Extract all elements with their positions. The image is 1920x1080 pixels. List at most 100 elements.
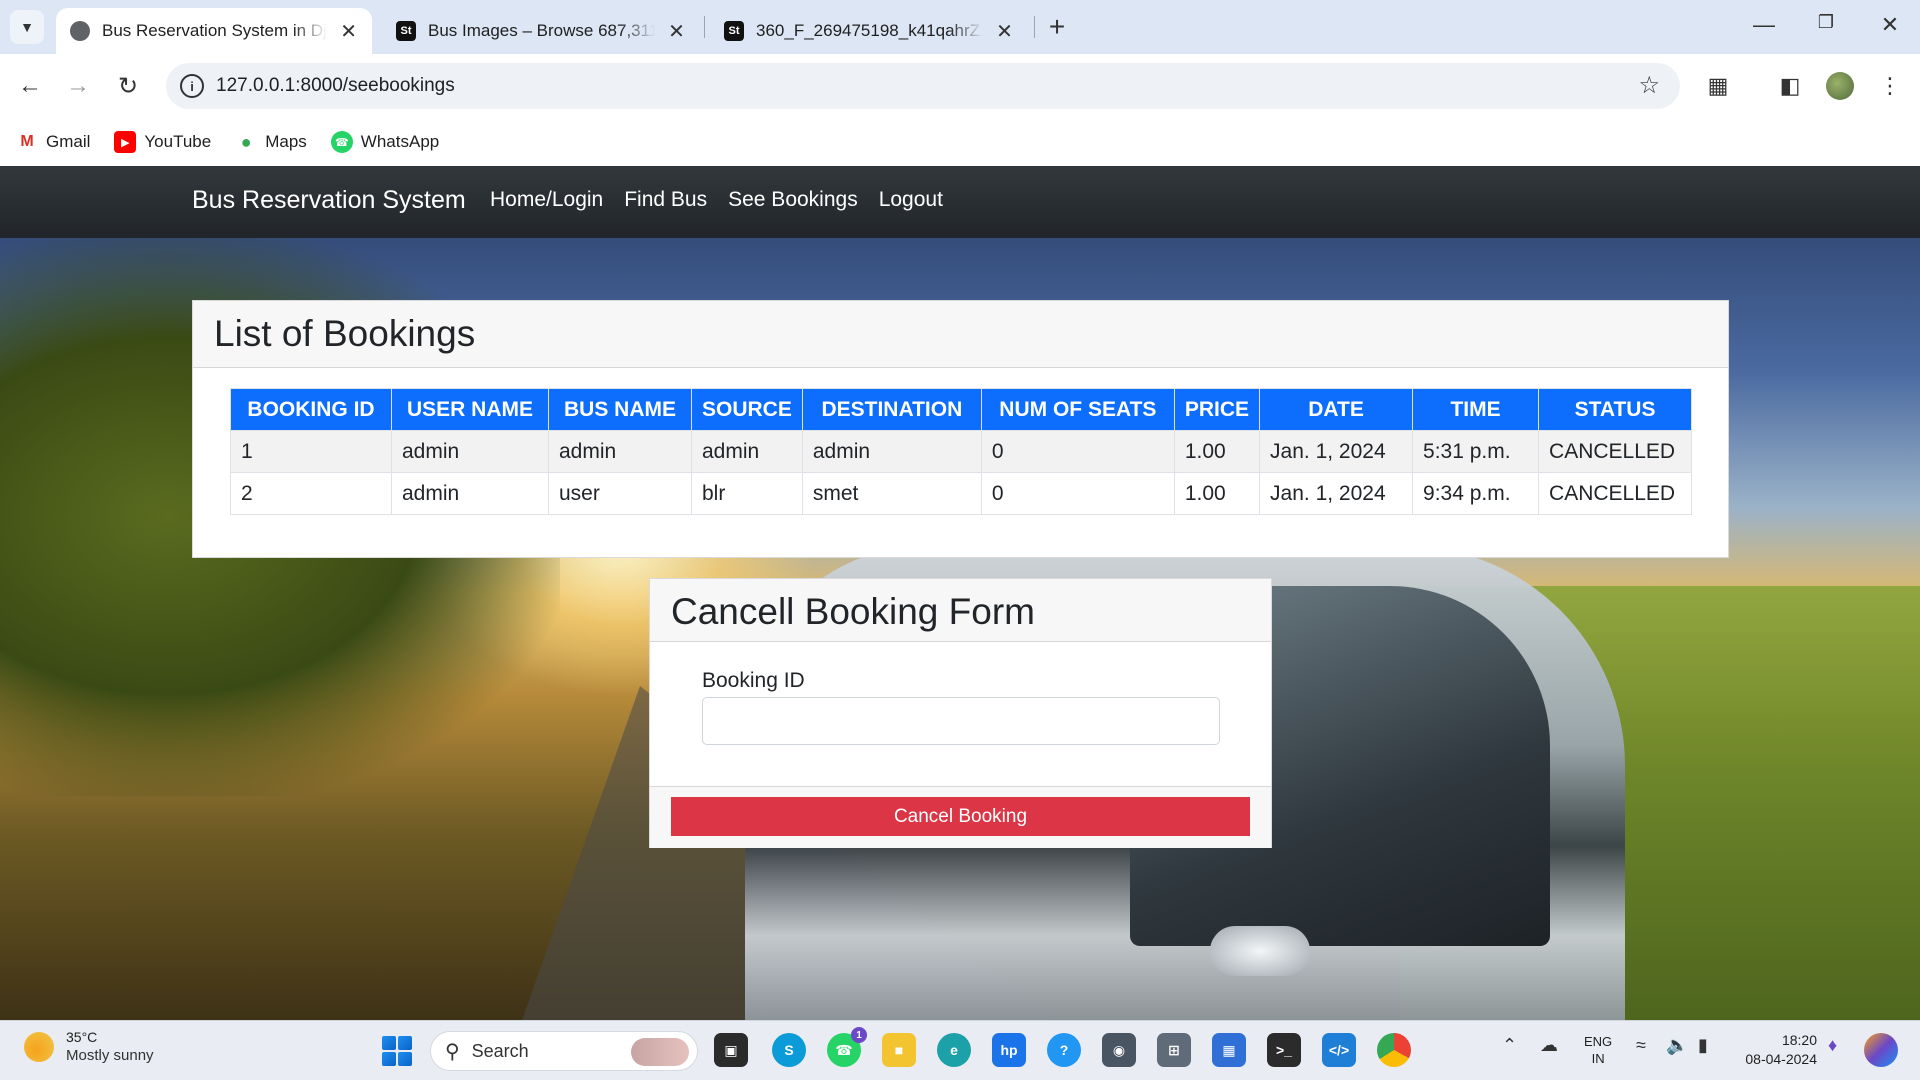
bookings-table: BOOKING ID USER NAME BUS NAME SOURCE DES… bbox=[230, 388, 1692, 515]
shutterstock-icon: St bbox=[724, 21, 744, 41]
address-bar[interactable]: i 127.0.0.1:8000/seebookings ☆ bbox=[166, 63, 1680, 109]
tab-separator bbox=[704, 16, 705, 38]
whatsapp-icon: ☎ bbox=[330, 131, 353, 153]
tab-search-button[interactable]: ▼ bbox=[10, 10, 44, 44]
minimize-button[interactable]: — bbox=[1744, 12, 1784, 38]
extensions-icon[interactable]: ▦ bbox=[1702, 70, 1734, 102]
side-panel-icon[interactable]: ◧ bbox=[1774, 70, 1806, 102]
site-info-icon[interactable]: i bbox=[180, 74, 204, 98]
cancel-booking-button[interactable]: Cancel Booking bbox=[671, 797, 1250, 836]
back-button[interactable]: ← bbox=[12, 68, 48, 104]
close-tab-icon[interactable]: ✕ bbox=[995, 19, 1014, 44]
cell-booking-id: 1 bbox=[230, 430, 392, 473]
bookmark-label: WhatsApp bbox=[360, 132, 440, 151]
system-clock[interactable]: 18:20 08-04-2024 bbox=[1737, 1031, 1817, 1069]
bookmark-youtube[interactable]: ▶ YouTube bbox=[114, 131, 211, 153]
cell-destination: admin bbox=[801, 430, 982, 473]
nav-see-bookings[interactable]: See Bookings bbox=[728, 188, 858, 212]
reload-button[interactable]: ↻ bbox=[110, 68, 146, 104]
booking-id-input[interactable] bbox=[702, 697, 1220, 745]
bookings-title: List of Bookings bbox=[193, 301, 1728, 368]
onedrive-icon[interactable]: ☁ bbox=[1540, 1035, 1558, 1056]
close-tab-icon[interactable]: ✕ bbox=[667, 19, 686, 44]
cancel-booking-card: Cancell Booking Form Booking ID Cancel B… bbox=[649, 578, 1272, 848]
bookmark-whatsapp[interactable]: ☎ WhatsApp bbox=[330, 131, 440, 153]
bookmarks-bar: M Gmail ▶ YouTube ● Maps ☎ WhatsApp bbox=[0, 118, 1920, 166]
weather-temp: 35°C bbox=[66, 1029, 98, 1045]
terminal-icon[interactable]: >_ bbox=[1267, 1033, 1301, 1067]
nav-find-bus[interactable]: Find Bus bbox=[624, 188, 707, 212]
weather-widget[interactable]: 35°C Mostly sunny bbox=[24, 1029, 154, 1064]
new-tab-button[interactable]: + bbox=[1042, 12, 1072, 42]
col-bus-name: BUS NAME bbox=[548, 388, 692, 431]
nav-home-login[interactable]: Home/Login bbox=[490, 188, 603, 212]
menu-dots-icon[interactable]: ⋮ bbox=[1874, 70, 1906, 102]
vscode-icon[interactable]: </> bbox=[1322, 1033, 1356, 1067]
lang-line1: ENG bbox=[1584, 1034, 1613, 1049]
cell-destination: smet bbox=[801, 472, 982, 515]
col-status: STATUS bbox=[1538, 388, 1692, 431]
col-booking-id: BOOKING ID bbox=[230, 388, 392, 431]
cell-num-seats: 0 bbox=[980, 472, 1175, 515]
notification-bell-icon[interactable]: ♦ bbox=[1828, 1035, 1837, 1056]
cell-date: Jan. 1, 2024 bbox=[1259, 430, 1414, 473]
volume-icon[interactable]: 🔈 bbox=[1666, 1035, 1688, 1056]
forward-button[interactable]: → bbox=[60, 68, 96, 104]
cell-source: admin bbox=[691, 430, 803, 473]
cell-date: Jan. 1, 2024 bbox=[1259, 472, 1414, 515]
task-view-icon[interactable]: ▣ bbox=[714, 1033, 748, 1067]
bookmark-maps[interactable]: ● Maps bbox=[235, 131, 307, 153]
url-text[interactable]: 127.0.0.1:8000/seebookings bbox=[216, 75, 455, 97]
cell-time: 5:31 p.m. bbox=[1412, 430, 1540, 473]
chrome-icon[interactable] bbox=[1377, 1033, 1411, 1067]
tab-image-file[interactable]: St 360_F_269475198_k41qahrZ1j4k ✕ bbox=[710, 8, 1028, 54]
edge-icon[interactable]: e bbox=[937, 1033, 971, 1067]
youtube-icon: ▶ bbox=[114, 131, 137, 153]
profile-avatar[interactable] bbox=[1824, 70, 1856, 102]
cancel-form-title: Cancell Booking Form bbox=[650, 579, 1271, 642]
page-viewport: Bus Reservation System Home/Login Find B… bbox=[0, 166, 1920, 1020]
close-window-button[interactable]: ✕ bbox=[1870, 12, 1910, 38]
tab-title: 360_F_269475198_k41qahrZ1j4k bbox=[756, 21, 983, 40]
table-header-row: BOOKING ID USER NAME BUS NAME SOURCE DES… bbox=[230, 388, 1692, 431]
calculator-icon[interactable]: ⊞ bbox=[1157, 1033, 1191, 1067]
cell-source: blr bbox=[691, 472, 803, 515]
lang-line2: IN bbox=[1591, 1051, 1605, 1066]
start-button[interactable] bbox=[382, 1036, 412, 1066]
cell-price: 1.00 bbox=[1173, 430, 1261, 473]
bookmark-gmail[interactable]: M Gmail bbox=[16, 131, 90, 153]
search-icon: ⚲ bbox=[445, 1040, 460, 1063]
cell-booking-id: 2 bbox=[230, 472, 392, 515]
store-icon[interactable]: ▦ bbox=[1212, 1033, 1246, 1067]
copilot-icon[interactable] bbox=[1864, 1033, 1898, 1067]
whatsapp-taskbar-icon[interactable]: ☎ 1 bbox=[827, 1027, 867, 1067]
weather-sun-icon bbox=[24, 1031, 54, 1062]
table-row: 2 admin user blr smet 0 1.00 Jan. 1, 202… bbox=[230, 472, 1692, 515]
navbar-brand[interactable]: Bus Reservation System bbox=[192, 186, 466, 215]
language-indicator[interactable]: ENG IN bbox=[1584, 1033, 1612, 1067]
nav-logout[interactable]: Logout bbox=[879, 188, 943, 212]
cell-status: CANCELLED bbox=[1538, 430, 1692, 473]
cell-user-name: admin bbox=[391, 472, 549, 515]
camera-icon[interactable]: ◉ bbox=[1102, 1033, 1136, 1067]
tab-bus-images[interactable]: St Bus Images – Browse 687,311 Stock Pho… bbox=[382, 8, 700, 54]
battery-icon[interactable]: ▮ bbox=[1698, 1035, 1708, 1056]
close-tab-icon[interactable]: ✕ bbox=[339, 19, 358, 44]
windows-taskbar: 35°C Mostly sunny ⚲ Search ▣ S ☎ 1 ■ e h… bbox=[0, 1020, 1920, 1080]
cell-bus-name: admin bbox=[548, 430, 692, 473]
skype-icon[interactable]: S bbox=[772, 1033, 806, 1067]
bookmark-star-icon[interactable]: ☆ bbox=[1638, 71, 1660, 100]
myhp-icon[interactable]: hp bbox=[992, 1033, 1026, 1067]
col-source: SOURCE bbox=[691, 388, 803, 431]
tab-separator bbox=[1034, 16, 1035, 38]
tab-bus-reservation[interactable]: Bus Reservation System in Django ✕ bbox=[56, 8, 372, 54]
tray-overflow-icon[interactable]: ⌃ bbox=[1502, 1035, 1517, 1056]
file-explorer-icon[interactable]: ■ bbox=[882, 1033, 916, 1067]
wifi-icon[interactable]: ≈ bbox=[1636, 1035, 1646, 1056]
col-date: DATE bbox=[1259, 388, 1414, 431]
restore-button[interactable]: ❐ bbox=[1806, 12, 1846, 33]
help-icon[interactable]: ? bbox=[1047, 1033, 1081, 1067]
taskbar-search[interactable]: ⚲ Search bbox=[430, 1031, 698, 1071]
cell-status: CANCELLED bbox=[1538, 472, 1692, 515]
cell-time: 9:34 p.m. bbox=[1412, 472, 1540, 515]
